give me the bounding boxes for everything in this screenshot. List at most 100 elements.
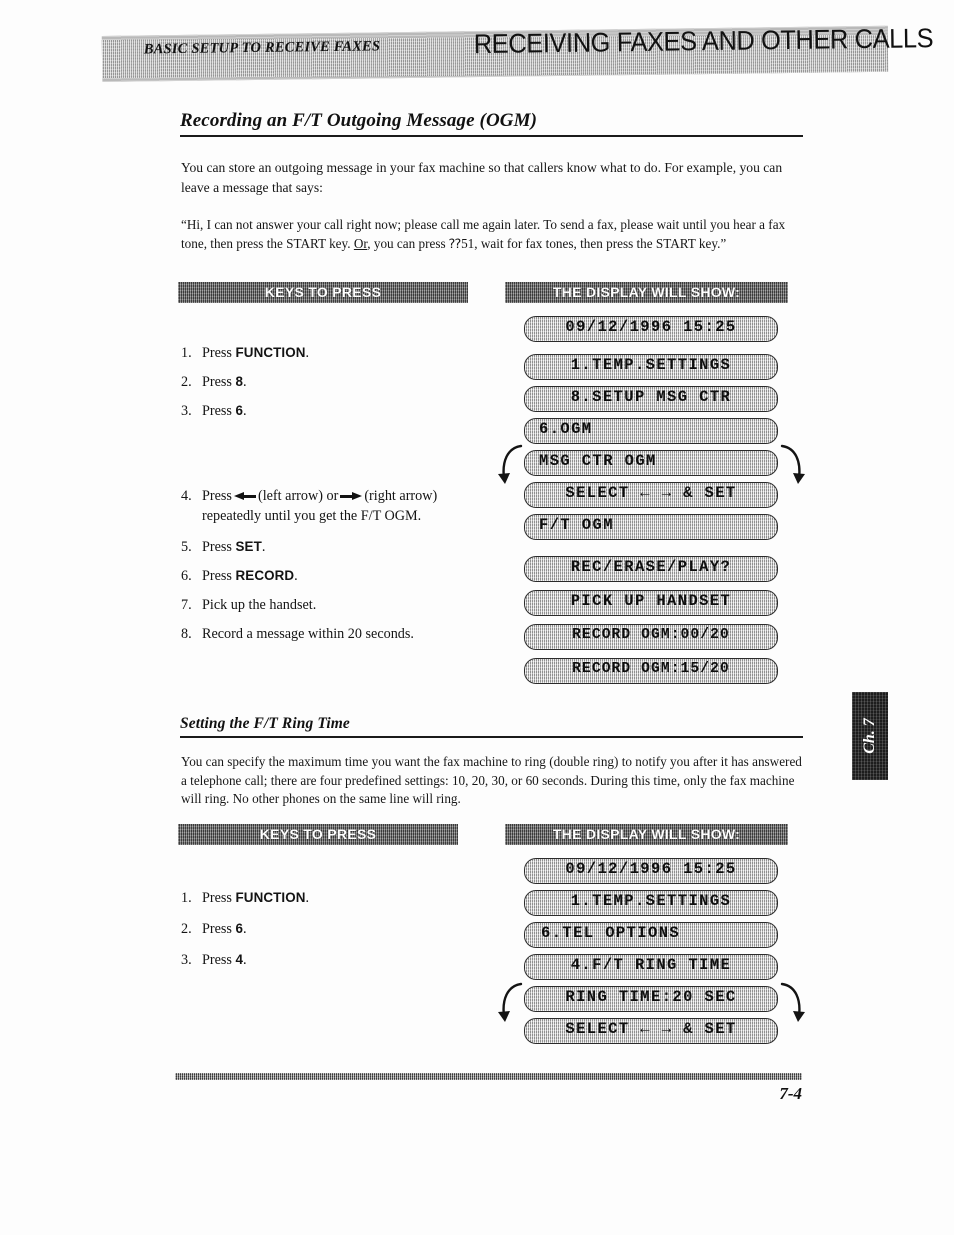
chapter-thumb-tab: Ch. 7 [852, 692, 888, 780]
lcd-text: 09/12/1996 15:25 [565, 318, 737, 336]
step-prefix: Press [202, 921, 236, 937]
step4-middle: (left arrow) or [257, 488, 339, 504]
step-text: Record a message within 20 seconds. [202, 626, 414, 642]
lcd-text: 6.TEL OPTIONS [541, 924, 681, 942]
page-number: 7-4 [779, 1084, 802, 1103]
step-number: 5. [181, 539, 192, 555]
lcd-display: 1.TEMP.SETTINGS [524, 354, 778, 380]
step-number: 4. [181, 488, 192, 504]
keys-to-press-banner-ogm: KEYS TO PRESS [178, 282, 468, 303]
chapter-title: RECEIVING FAXES AND OTHER CALLS [473, 23, 934, 60]
lcd-display: 09/12/1996 15:25 [524, 316, 778, 342]
right-arrow-icon [340, 492, 363, 501]
step-number: 7. [181, 597, 192, 613]
lcd-text: 6.OGM [539, 420, 593, 438]
display-will-show-banner-ring: THE DISPLAY WILL SHOW: [505, 824, 788, 845]
step-key-6: 6 [235, 403, 243, 418]
step-prefix: Press [202, 345, 236, 361]
left-arrow-icon [233, 492, 256, 501]
lcd-text: RECORD OGM:15/20 [572, 661, 730, 677]
step-number: 2. [181, 921, 192, 937]
step-text: Press 4. [202, 950, 481, 970]
step-item: 3. Press 4. [181, 950, 481, 970]
step-number: 1. [181, 345, 192, 361]
step-prefix: Press [202, 568, 236, 584]
step-suffix: . [242, 403, 247, 419]
step-text: Press SET. [202, 537, 481, 557]
step-item: 1. Press FUNCTION. [181, 343, 481, 363]
lcd-display: SELECT ← → & SET [524, 1018, 778, 1044]
lcd-text: REC/ERASE/PLAY? [570, 558, 732, 576]
section-heading-ogm: Recording an F/T Outgoing Message (OGM) [180, 110, 803, 137]
step-item: 2. Press 8. [181, 372, 481, 392]
footer-rule [175, 1073, 802, 1080]
lcd-display: RECORD OGM:00/20 [524, 624, 778, 650]
lcd-text: PICK UP HANDSET [570, 592, 732, 610]
step-suffix: . [294, 568, 298, 584]
lcd-text: SELECT ← → & SET [565, 1020, 737, 1038]
step-number: 3. [181, 403, 192, 419]
step-item: 5. Press SET. [181, 537, 481, 557]
lcd-text: 1.TEMP.SETTINGS [570, 892, 732, 910]
step-suffix: . [242, 374, 247, 390]
lcd-text: MSG CTR OGM [539, 452, 657, 470]
lcd-display: REC/ERASE/PLAY? [524, 556, 778, 582]
step-item: 2. Press 6. [181, 919, 481, 939]
step-item: 8. Record a message within 20 seconds. [181, 624, 453, 644]
ogm-sample-line-3: then press the START key.” [580, 236, 727, 251]
step-suffix: . [305, 890, 310, 906]
lcd-display: F/T OGM [524, 514, 778, 540]
lcd-display: 1.TEMP.SETTINGS [524, 890, 778, 916]
lcd-text: 1.TEMP.SETTINGS [570, 356, 732, 374]
step-prefix: Press [202, 403, 236, 419]
step-item: 6. Press RECORD. [181, 566, 481, 586]
lcd-text: 09/12/1996 15:25 [565, 860, 737, 878]
step-prefix: Press [202, 890, 236, 906]
step-key-function: FUNCTION [235, 345, 306, 360]
cycle-arrow-left-ogm [497, 440, 523, 496]
step-item: 3. Press 6. [181, 401, 481, 421]
lcd-text: 8.SETUP MSG CTR [570, 388, 732, 406]
step-key-set: SET [235, 539, 262, 554]
ogm-steps-list-continued: 4. Press (left arrow) or (right arrow) rep… [181, 486, 481, 653]
step-key-function: FUNCTION [235, 890, 306, 905]
manual-page: BASIC SETUP TO RECEIVE FAXES RECEIVING F… [0, 0, 954, 1235]
lcd-display: 09/12/1996 15:25 [524, 858, 778, 884]
step-item: 7. Pick up the handset. [181, 595, 481, 615]
ring-time-line-1: You can specify the maximum time you wan… [181, 754, 690, 769]
ogm-intro-paragraph: You can store an outgoing message in you… [181, 160, 783, 195]
ogm-display-sequence-1: 09/12/1996 15:25 1.TEMP.SETTINGS 8.SETUP… [524, 316, 778, 546]
lcd-display: 6.OGM [524, 418, 778, 444]
section-heading-ring-time: Setting the F/T Ring Time [180, 715, 803, 738]
step-text: Press 6. [202, 401, 481, 421]
ogm-sample-message: “Hi, I can not answer your call right no… [181, 215, 803, 253]
lcd-display: RING TIME:20 SEC [524, 986, 778, 1012]
lcd-display: 8.SETUP MSG CTR [524, 386, 778, 412]
step-suffix: . [242, 921, 247, 937]
step-suffix: . [242, 952, 247, 968]
lcd-display: MSG CTR OGM [524, 450, 778, 476]
ogm-sample-line-2c: , you can press ⁇51, wait for fax tones, [367, 236, 577, 251]
lcd-text: F/T OGM [539, 516, 614, 534]
lcd-display: 4.F/T RING TIME [524, 954, 778, 980]
step-item: 4. Press (left arrow) or (right arrow) rep… [181, 486, 481, 526]
step-key-8: 8 [235, 374, 243, 389]
step-item: 1. Press FUNCTION. [181, 888, 481, 908]
section-heading-ogm-rule [180, 135, 803, 137]
step-text: Press (left arrow) or (right arrow) repeat… [202, 486, 481, 526]
lcd-display: SELECT ← → & SET [524, 482, 778, 508]
ring-time-steps-list: 1. Press FUNCTION. 2. Press 6. 3. Press … [181, 888, 481, 979]
step-prefix: Press [202, 539, 236, 555]
lcd-text: RING TIME:20 SEC [565, 988, 737, 1006]
section-heading-ring-time-rule [180, 736, 803, 738]
chapter-thumb-tab-label: Ch. 7 [861, 718, 878, 754]
ring-time-paragraph: You can specify the maximum time you wan… [181, 753, 803, 809]
lcd-display: RECORD OGM:15/20 [524, 658, 778, 684]
lcd-text: SELECT ← → & SET [565, 484, 737, 502]
step-suffix: . [261, 539, 266, 555]
ogm-steps-list: 1. Press FUNCTION. 2. Press 8. 3. Press … [181, 343, 481, 430]
lcd-text: 4.F/T RING TIME [570, 956, 732, 974]
step-key-4: 4 [235, 952, 243, 967]
step4-prefix: Press [202, 488, 232, 504]
ogm-sample-or: Or [353, 236, 368, 251]
